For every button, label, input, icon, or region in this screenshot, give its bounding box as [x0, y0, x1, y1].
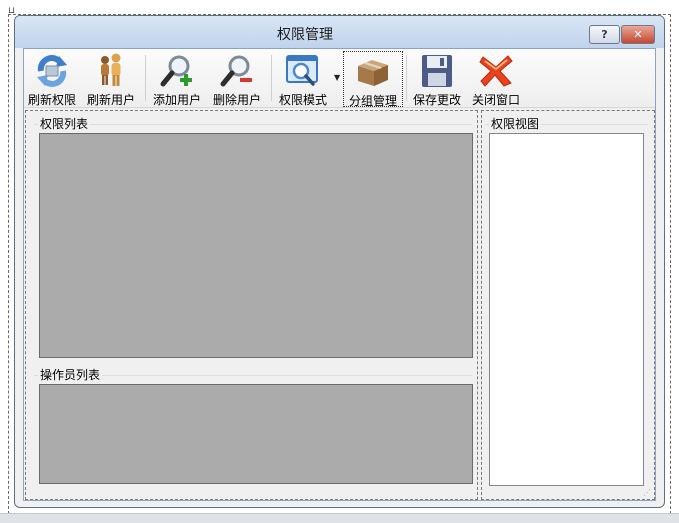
- add-user-button[interactable]: 添加用户: [150, 51, 204, 107]
- window-title: 权限管理: [277, 27, 333, 43]
- operator-list-title: 操作员列表: [38, 368, 103, 382]
- refresh-users-button[interactable]: 刷新用户: [84, 51, 138, 107]
- permission-management-window: 权限管理 ? ✕ 刷新权限 刷新用户 添加用户 删除用户 权限模式 ▼ 分组管理…: [14, 15, 665, 508]
- operator-list-grid[interactable]: [39, 384, 473, 484]
- permission-view-title: 权限视图: [489, 117, 542, 131]
- permission-mode-dropdown-arrow-icon[interactable]: ▼: [334, 73, 340, 82]
- box-icon: [358, 60, 388, 86]
- tool-label: 保存更改: [412, 93, 461, 107]
- client-area: 刷新权限 刷新用户 添加用户 删除用户 权限模式 ▼ 分组管理 保存更改 关闭窗…: [23, 48, 656, 501]
- magnifier-minus-icon: [220, 55, 252, 87]
- tool-label: 关闭窗口: [471, 93, 520, 107]
- toolbar-separator: [145, 55, 146, 101]
- window-close-button[interactable]: ✕: [621, 25, 655, 44]
- help-button[interactable]: ?: [589, 25, 620, 44]
- permission-list-group: 权限列表: [34, 117, 473, 358]
- tool-label: 权限模式: [278, 93, 327, 107]
- left-panel: 权限列表 操作员列表: [25, 110, 478, 500]
- refresh-permissions-button[interactable]: 刷新权限: [25, 51, 79, 107]
- right-panel: 权限视图 ⋰: [481, 110, 655, 500]
- delete-user-button[interactable]: 删除用户: [210, 51, 264, 107]
- permission-view-tree[interactable]: [489, 133, 644, 486]
- resize-grip-icon[interactable]: ⋰: [643, 488, 653, 498]
- tool-label: 刷新用户: [86, 93, 135, 107]
- permission-view-group: 权限视图: [485, 117, 648, 492]
- browser-search-icon: [286, 55, 318, 86]
- users-icon: [101, 53, 121, 86]
- toolbar-separator: [406, 55, 407, 101]
- groupbox-line: [34, 124, 472, 125]
- operator-list-group: 操作员列表: [34, 368, 473, 494]
- permission-list-title: 权限列表: [38, 117, 91, 131]
- tool-label: 添加用户: [152, 93, 201, 107]
- floppy-disk-icon: [422, 55, 452, 87]
- toolbar-separator: [271, 55, 272, 101]
- save-changes-button[interactable]: 保存更改: [410, 51, 464, 107]
- magnifier-plus-icon: [160, 55, 192, 87]
- permission-mode-button[interactable]: 权限模式: [275, 51, 331, 107]
- tool-label: 删除用户: [212, 93, 261, 107]
- close-window-button[interactable]: 关闭窗口: [469, 51, 523, 107]
- tool-label: 分组管理: [348, 94, 397, 108]
- toolbar: 刷新权限 刷新用户 添加用户 删除用户 权限模式 ▼ 分组管理 保存更改 关闭窗…: [24, 49, 655, 108]
- group-management-button[interactable]: 分组管理: [343, 51, 403, 108]
- close-x-icon: [479, 55, 513, 87]
- permission-list-grid[interactable]: [39, 133, 473, 358]
- refresh-icon: [37, 55, 67, 87]
- tool-label: 刷新权限: [27, 93, 76, 107]
- title-bar[interactable]: 权限管理 ? ✕: [15, 16, 664, 48]
